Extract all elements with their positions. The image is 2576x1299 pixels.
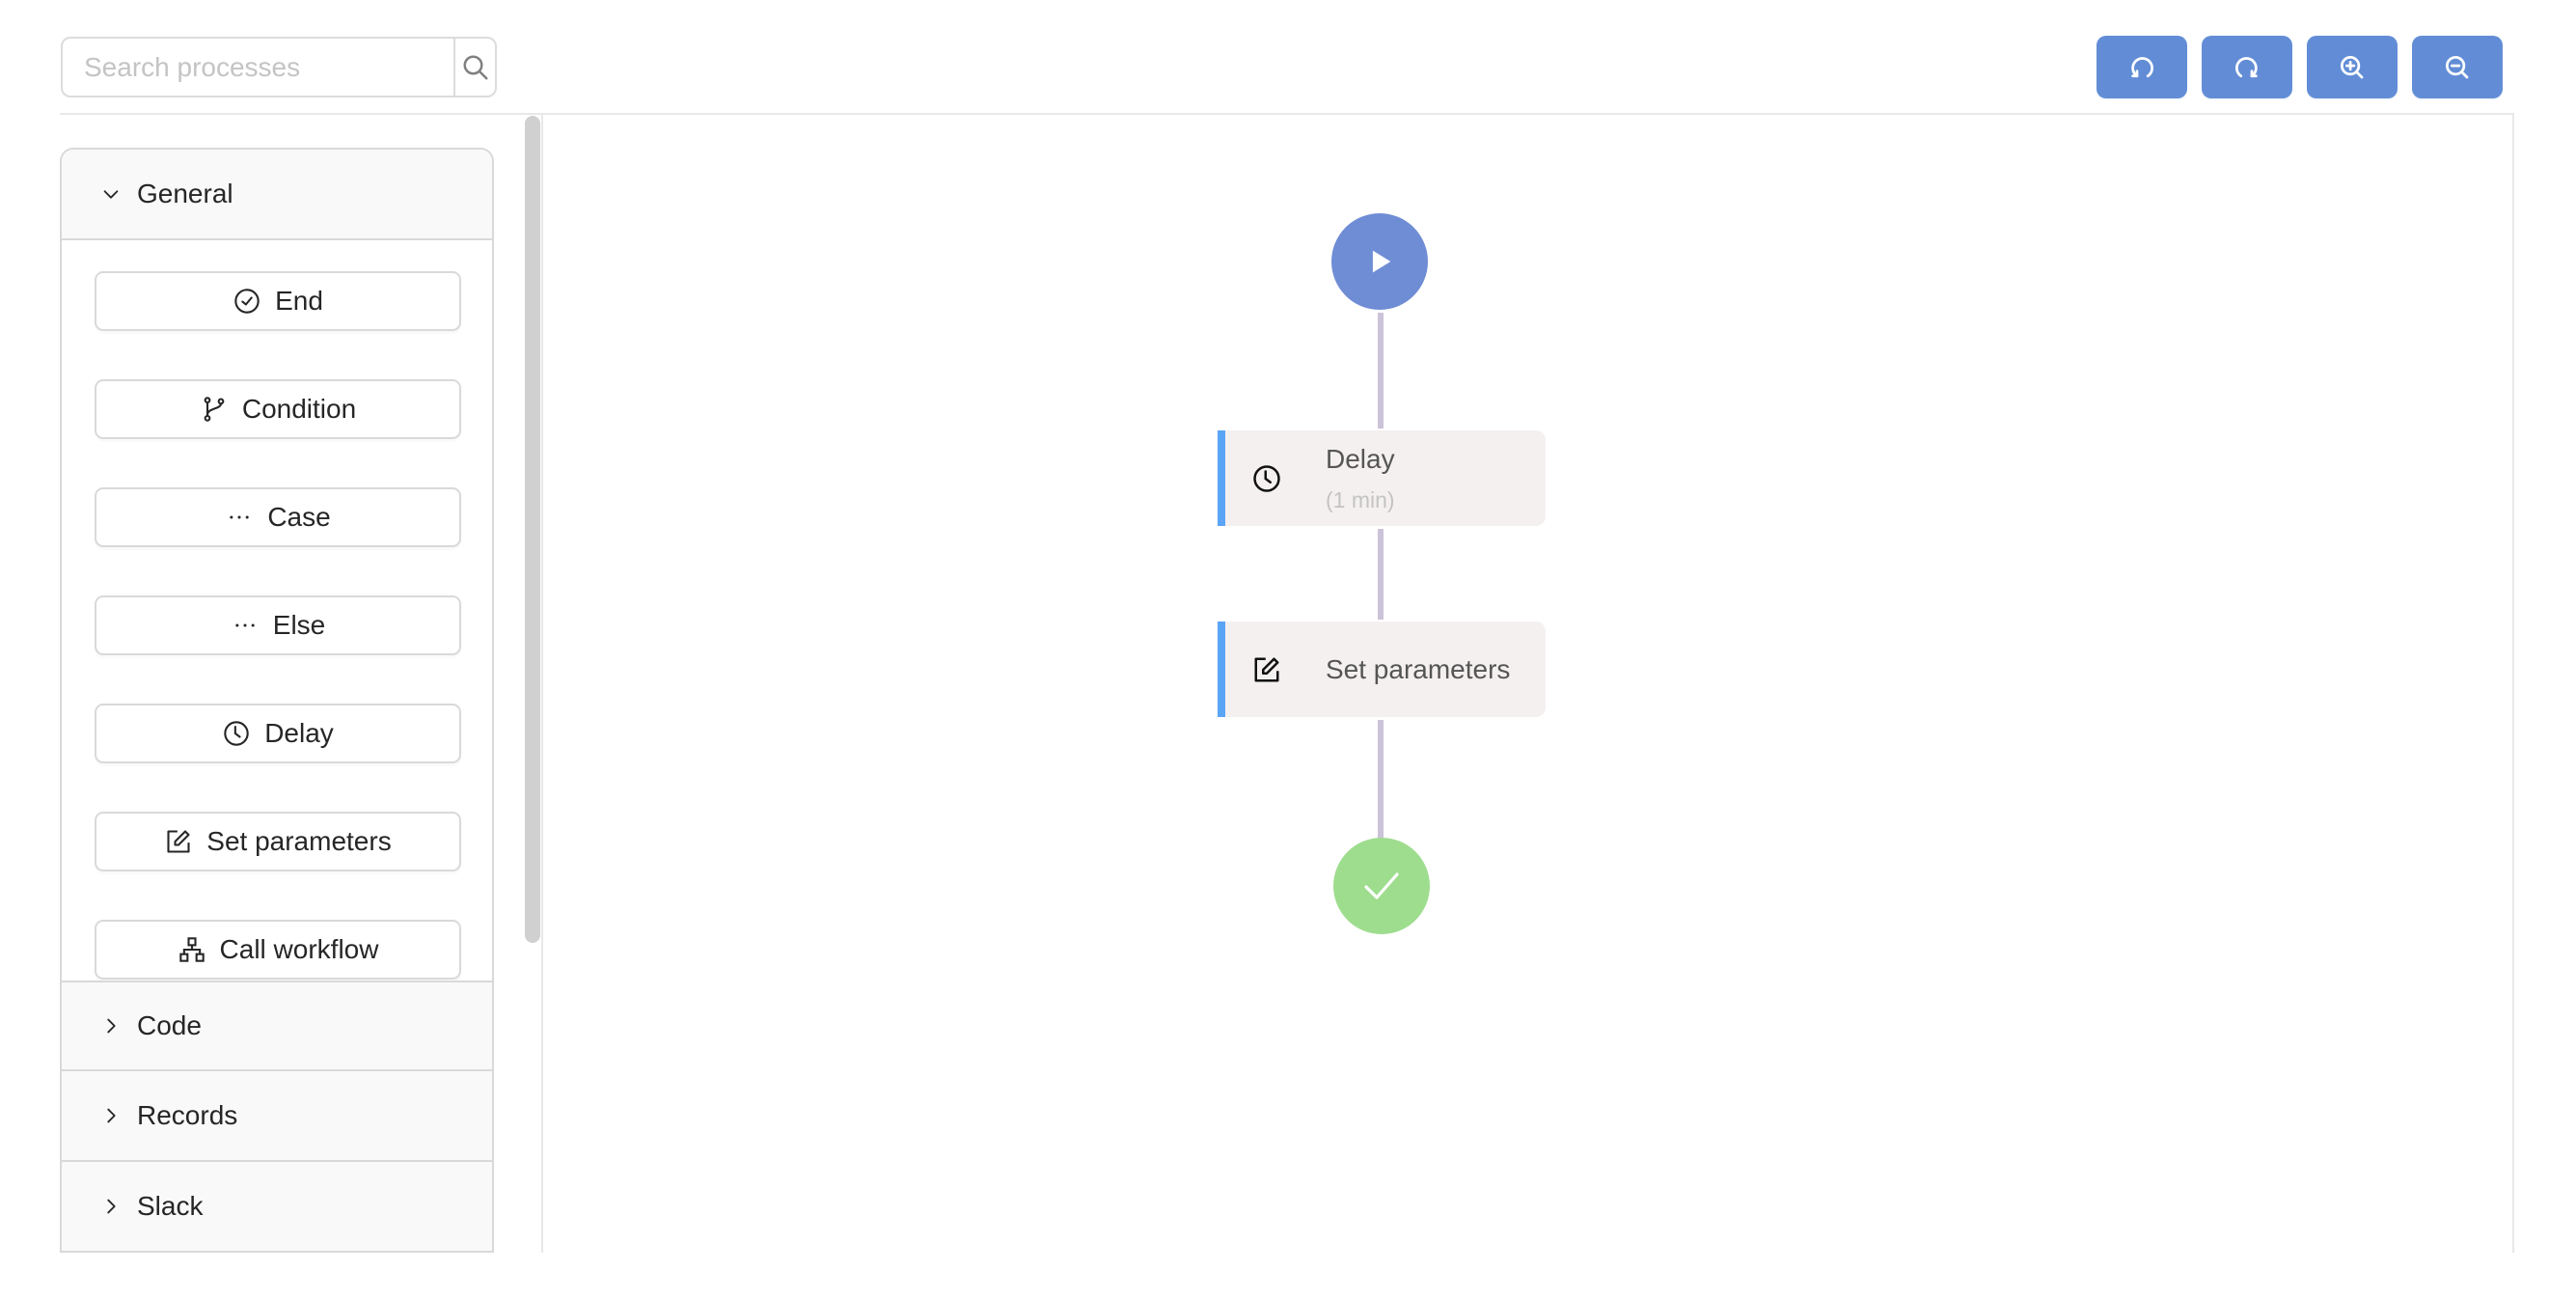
flow-node-text: Delay (1 min) [1326, 443, 1395, 513]
connector-delay-setparams [1378, 529, 1384, 620]
rotate-ccw-icon [2131, 56, 2153, 77]
sitemap-icon [178, 935, 206, 964]
redo-button[interactable] [2202, 36, 2292, 98]
undo-button[interactable] [2096, 36, 2187, 98]
zoom-in-button[interactable] [2307, 36, 2398, 98]
process-button-label: Condition [241, 394, 357, 424]
process-button-set-parameters[interactable]: Set parameters [95, 812, 461, 871]
section-label: General [137, 179, 233, 208]
process-button-label: Delay [264, 718, 334, 748]
chevron-right-icon [96, 1011, 125, 1040]
process-button-label: Case [267, 502, 331, 532]
process-button-delay[interactable]: Delay [95, 704, 461, 763]
edit-icon [1250, 653, 1283, 686]
sidebar-scrollbar[interactable] [525, 116, 540, 943]
section-header-code[interactable]: Code [62, 981, 492, 1071]
section-header-general[interactable]: General [62, 150, 492, 240]
search-button[interactable] [453, 39, 495, 96]
flow-node-title: Delay [1326, 444, 1395, 475]
process-button-case[interactable]: Case [95, 487, 461, 547]
start-node[interactable] [1331, 213, 1428, 310]
zoom-out-button[interactable] [2412, 36, 2503, 98]
process-button-end[interactable]: End [95, 271, 461, 331]
search-icon [463, 55, 487, 79]
connector-setparams-end [1378, 720, 1384, 840]
process-button-label: Call workflow [219, 934, 379, 964]
check-circle-icon [233, 287, 261, 316]
chevron-down-icon [96, 180, 125, 208]
section-header-slack[interactable]: Slack [62, 1162, 492, 1253]
git-branch-icon [200, 395, 229, 424]
clock-icon [222, 719, 251, 748]
process-button-else[interactable]: Else [95, 595, 461, 655]
clock-icon [1250, 462, 1283, 495]
flow-node-text: Set parameters [1326, 653, 1510, 686]
canvas-toolbar [2096, 36, 2503, 98]
process-button-call-workflow[interactable]: Call workflow [95, 920, 461, 980]
flow-node-set-parameters[interactable]: Set parameters [1218, 622, 1546, 717]
check-icon [1364, 872, 1399, 899]
ellipsis-icon [231, 611, 260, 640]
search-input[interactable] [63, 39, 453, 96]
flow-node-subtitle: (1 min) [1326, 486, 1395, 512]
process-button-label: Else [272, 610, 326, 640]
connector-start-delay [1378, 313, 1384, 428]
zoom-out-icon [2446, 55, 2469, 78]
section-label: Code [137, 1010, 202, 1040]
section-label: Records [137, 1100, 238, 1130]
section-label: Slack [137, 1191, 204, 1221]
process-button-label: Set parameters [206, 826, 392, 856]
chevron-right-icon [96, 1101, 125, 1130]
play-icon [1372, 250, 1391, 273]
process-button-condition[interactable]: Condition [95, 379, 461, 439]
section-header-records[interactable]: Records [62, 1071, 492, 1162]
process-button-label: End [275, 286, 323, 316]
flow-node-title: Set parameters [1326, 653, 1511, 684]
chevron-right-icon [96, 1192, 125, 1221]
process-palette: General End Condition Case Else Delay Se… [60, 148, 494, 1253]
zoom-in-icon [2341, 55, 2364, 78]
rotate-cw-icon [2235, 56, 2258, 77]
section-body-general: End Condition Case Else Delay Set parame… [62, 240, 492, 981]
ellipsis-icon [225, 503, 254, 532]
search-box [61, 37, 497, 97]
flow-node-delay[interactable]: Delay (1 min) [1218, 430, 1546, 526]
edit-icon [164, 827, 193, 856]
end-node[interactable] [1333, 838, 1430, 934]
